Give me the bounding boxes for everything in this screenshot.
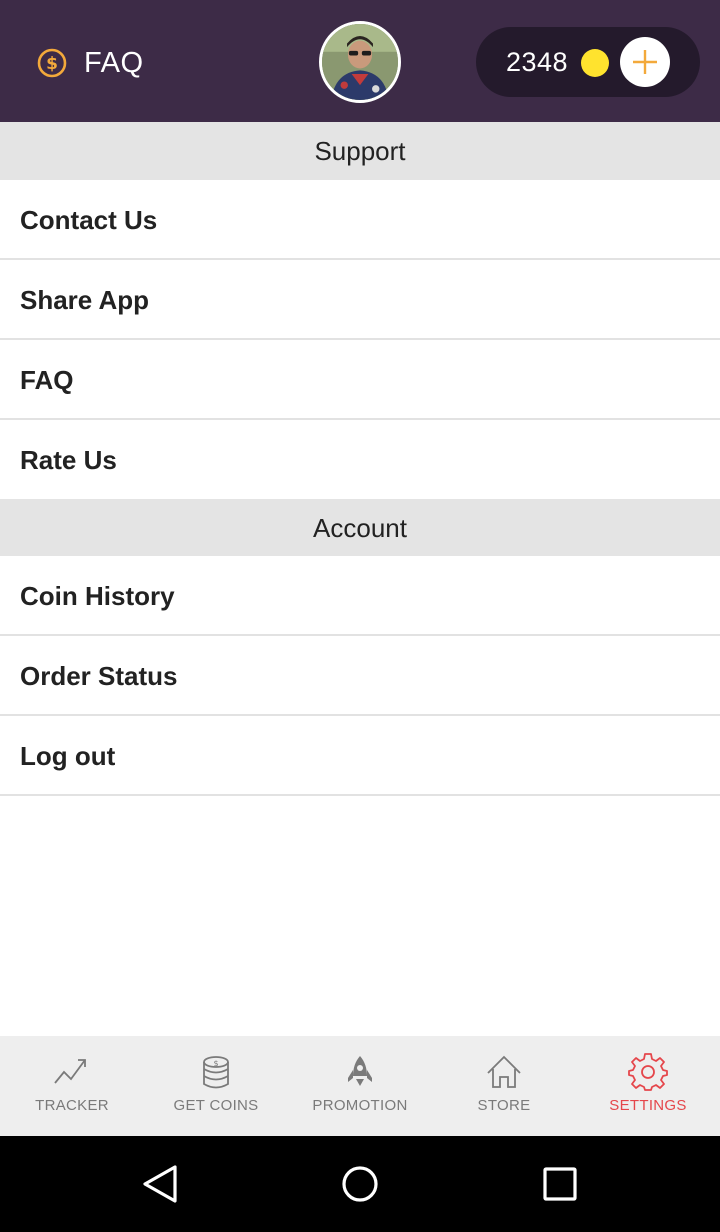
menu-item-share-app[interactable]: Share App	[0, 260, 720, 340]
menu-item-label: Rate Us	[20, 445, 117, 475]
back-button[interactable]	[138, 1162, 182, 1206]
home-button[interactable]	[338, 1162, 382, 1206]
app-header: $ FAQ 2348	[0, 0, 720, 122]
coin-balance-pill: 2348	[476, 27, 700, 97]
menu-item-label: Order Status	[20, 661, 178, 691]
menu-item-rate-us[interactable]: Rate Us	[0, 420, 720, 500]
menu-item-label: Log out	[20, 741, 116, 771]
tab-label: STORE	[477, 1097, 531, 1114]
menu-item-contact-us[interactable]: Contact Us	[0, 180, 720, 260]
recents-button[interactable]	[538, 1162, 582, 1206]
tab-get-coins[interactable]: $ GET COINS	[144, 1036, 288, 1136]
recents-icon	[543, 1167, 577, 1201]
menu-item-faq[interactable]: FAQ	[0, 340, 720, 420]
menu-item-label: FAQ	[20, 365, 74, 395]
bottom-tab-bar: TRACKER $ GET COINS PROMOTION STORE SETT…	[0, 1036, 720, 1136]
menu-item-label: Contact Us	[20, 205, 158, 235]
tab-promotion[interactable]: PROMOTION	[288, 1036, 432, 1136]
tab-label: TRACKER	[35, 1097, 109, 1114]
system-nav-bar	[0, 1136, 720, 1232]
section-header-support: Support	[0, 122, 720, 180]
menu-item-order-status[interactable]: Order Status	[0, 636, 720, 716]
gear-icon	[628, 1052, 668, 1092]
trend-line-icon	[52, 1052, 92, 1092]
header-title-group[interactable]: $ FAQ	[36, 44, 144, 82]
svg-text:$: $	[213, 1059, 218, 1068]
tab-tracker[interactable]: TRACKER	[0, 1036, 144, 1136]
add-coins-button[interactable]	[620, 37, 670, 87]
tab-label: GET COINS	[173, 1097, 259, 1114]
menu-item-label: Share App	[20, 285, 150, 315]
home-icon	[484, 1052, 524, 1092]
coin-stack-icon: $	[196, 1052, 236, 1092]
menu-item-log-out[interactable]: Log out	[0, 716, 720, 796]
tab-store[interactable]: STORE	[432, 1036, 576, 1136]
profile-avatar-image	[322, 24, 398, 100]
coin-balance: 2348	[506, 47, 569, 77]
menu-item-coin-history[interactable]: Coin History	[0, 556, 720, 636]
coin-dot-icon	[581, 49, 609, 77]
home-circle-icon	[342, 1166, 378, 1202]
section-header-account: Account	[0, 499, 720, 557]
tab-label: SETTINGS	[609, 1097, 687, 1114]
coin-outline-icon: $	[37, 48, 67, 78]
rocket-icon	[340, 1052, 380, 1092]
back-icon	[143, 1165, 177, 1203]
menu-item-label: Coin History	[20, 581, 175, 611]
tab-label: PROMOTION	[312, 1097, 408, 1114]
page-title: FAQ	[84, 46, 144, 79]
avatar[interactable]	[319, 21, 401, 103]
plus-icon	[633, 50, 657, 74]
svg-text:$: $	[46, 54, 58, 74]
tab-settings[interactable]: SETTINGS	[576, 1036, 720, 1136]
